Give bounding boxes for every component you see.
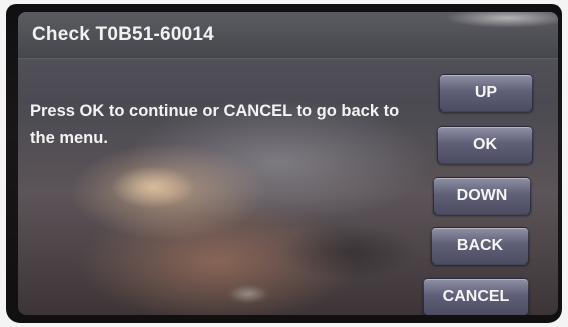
page-title: Check T0B51-60014 xyxy=(32,24,214,45)
glare xyxy=(398,12,558,36)
device-bezel: Check T0B51-60014 Press OK to continue o… xyxy=(6,4,562,323)
ok-button[interactable]: OK xyxy=(437,126,533,164)
instruction-message: Press OK to continue or CANCEL to go bac… xyxy=(30,102,400,147)
control-panel-screen: Check T0B51-60014 Press OK to continue o… xyxy=(18,12,558,315)
title-bar: Check T0B51-60014 xyxy=(18,12,558,58)
screen-reflection-knob xyxy=(213,274,283,314)
cancel-button[interactable]: CANCEL xyxy=(423,278,529,315)
screen-reflection xyxy=(248,212,448,292)
back-button[interactable]: BACK xyxy=(431,227,529,265)
photo-frame: Check T0B51-60014 Press OK to continue o… xyxy=(0,0,568,327)
down-button[interactable]: DOWN xyxy=(433,177,531,215)
up-button[interactable]: UP xyxy=(439,74,533,112)
